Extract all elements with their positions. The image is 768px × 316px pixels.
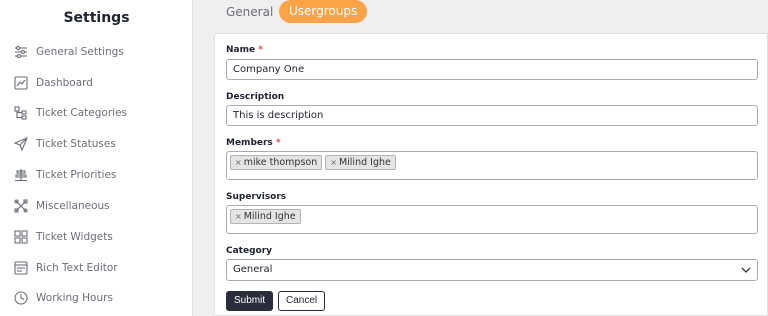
settings-sidebar: Settings General Settings Dashboard Tick… [0, 0, 193, 316]
sidebar-item-label: Working Hours [36, 292, 113, 304]
sidebar-item-miscellaneous[interactable]: Miscellaneous [14, 196, 110, 216]
remove-tag-icon[interactable]: × [235, 212, 242, 221]
tab-usergroups[interactable]: Usergroups [279, 0, 368, 23]
description-value: This is description [233, 110, 324, 121]
supervisors-field[interactable]: × Milind Ighe [226, 205, 758, 234]
sidebar-item-label: Ticket Widgets [36, 231, 113, 243]
sidebar-item-label: Ticket Statuses [36, 138, 116, 150]
sliders-icon [14, 45, 28, 59]
sidebar-item-label: Dashboard [36, 77, 93, 89]
sidebar-item-general-settings[interactable]: General Settings [14, 42, 124, 62]
sidebar-item-label: General Settings [36, 46, 124, 58]
chart-icon [14, 76, 28, 90]
remove-tag-icon[interactable]: × [330, 158, 337, 167]
members-label: Members * [226, 138, 281, 148]
sidebar-item-label: Ticket Priorities [36, 169, 117, 181]
sidebar-item-dashboard[interactable]: Dashboard [14, 73, 93, 93]
required-mark: * [275, 138, 281, 148]
sidebar-item-label: Miscellaneous [36, 200, 110, 212]
name-label: Name * [226, 45, 263, 55]
description-label: Description [226, 92, 285, 102]
sidebar-item-ticket-widgets[interactable]: Ticket Widgets [14, 227, 113, 247]
sidebar-item-ticket-categories[interactable]: Ticket Categories [14, 103, 127, 123]
name-value: Company One [233, 64, 305, 75]
supervisor-tag: × Milind Ighe [230, 209, 301, 224]
sidebar-item-working-hours[interactable]: Working Hours [14, 288, 113, 308]
cancel-button[interactable]: Cancel [278, 291, 326, 311]
sidebar-title: Settings [63, 10, 130, 26]
remove-tag-icon[interactable]: × [235, 158, 242, 167]
editor-icon [14, 261, 28, 275]
priority-icon [14, 168, 28, 182]
usergroup-form: Name * Company One Description This is d… [214, 33, 768, 316]
category-label: Category [226, 246, 273, 256]
required-mark: * [258, 45, 263, 55]
supervisors-label: Supervisors [226, 192, 287, 202]
sidebar-item-label: Rich Text Editor [36, 262, 118, 274]
members-field[interactable]: × mike thompson × Milind Ighe [226, 151, 758, 180]
member-tag: × mike thompson [230, 155, 323, 170]
sidebar-item-label: Ticket Categories [36, 107, 127, 119]
description-field[interactable]: This is description [226, 105, 758, 126]
sidebar-item-ticket-priorities[interactable]: Ticket Priorities [14, 165, 116, 185]
tab-general[interactable]: General [226, 4, 273, 20]
category-select[interactable]: General [226, 259, 758, 281]
submit-button[interactable]: Submit [226, 291, 274, 311]
sidebar-item-rich-text-editor[interactable]: Rich Text Editor [14, 258, 118, 278]
member-tag: × Milind Ighe [325, 155, 396, 170]
clock-icon [14, 291, 28, 305]
chevron-down-icon [741, 267, 751, 273]
send-icon [14, 137, 28, 151]
tools-icon [14, 199, 28, 213]
widgets-icon [14, 230, 28, 244]
category-value: General [233, 264, 273, 275]
tree-icon [14, 106, 28, 120]
name-field[interactable]: Company One [226, 59, 758, 80]
sidebar-item-ticket-statuses[interactable]: Ticket Statuses [14, 134, 116, 154]
